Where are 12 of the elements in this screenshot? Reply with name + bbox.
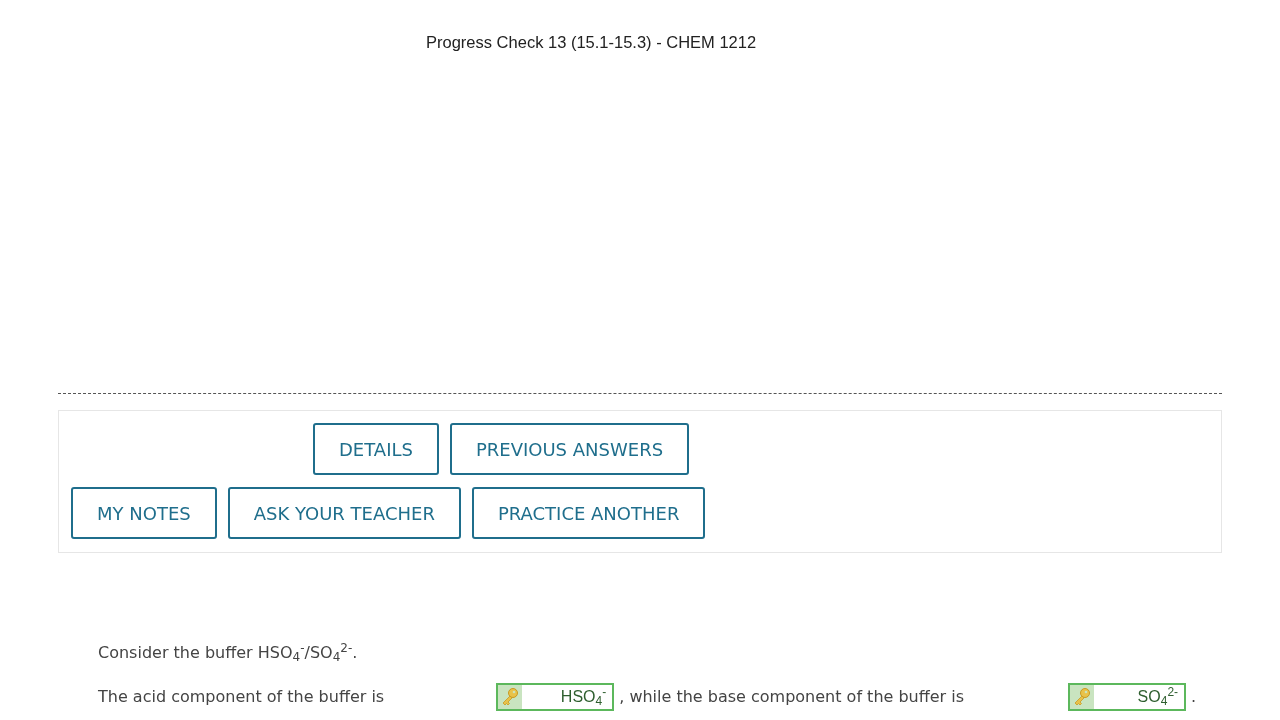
window-title: Progress Check 13 (15.1-15.3) - CHEM 1212 bbox=[426, 33, 757, 51]
key-icon bbox=[1070, 685, 1095, 709]
toolbar-button[interactable]: PRACTICE ANOTHER bbox=[471, 487, 706, 539]
toolbar-button[interactable]: DETAILS bbox=[313, 423, 439, 475]
question-prompt: Consider the buffer HSO$_{4}$$^{-}$/SO$_{4}$$^{2-}$. bbox=[98, 643, 358, 662]
question-text: , while the base component of the buffer is bbox=[619, 687, 965, 707]
toolbar-button[interactable]: ASK YOUR TEACHER bbox=[227, 487, 461, 539]
toolbar-button[interactable]: MY NOTES bbox=[71, 487, 217, 539]
toolbar-button[interactable]: PREVIOUS ANSWERS bbox=[449, 423, 690, 475]
question-text: The acid component of the buffer is bbox=[98, 687, 385, 707]
question-text: . bbox=[1191, 687, 1197, 707]
key-icon bbox=[498, 685, 523, 709]
